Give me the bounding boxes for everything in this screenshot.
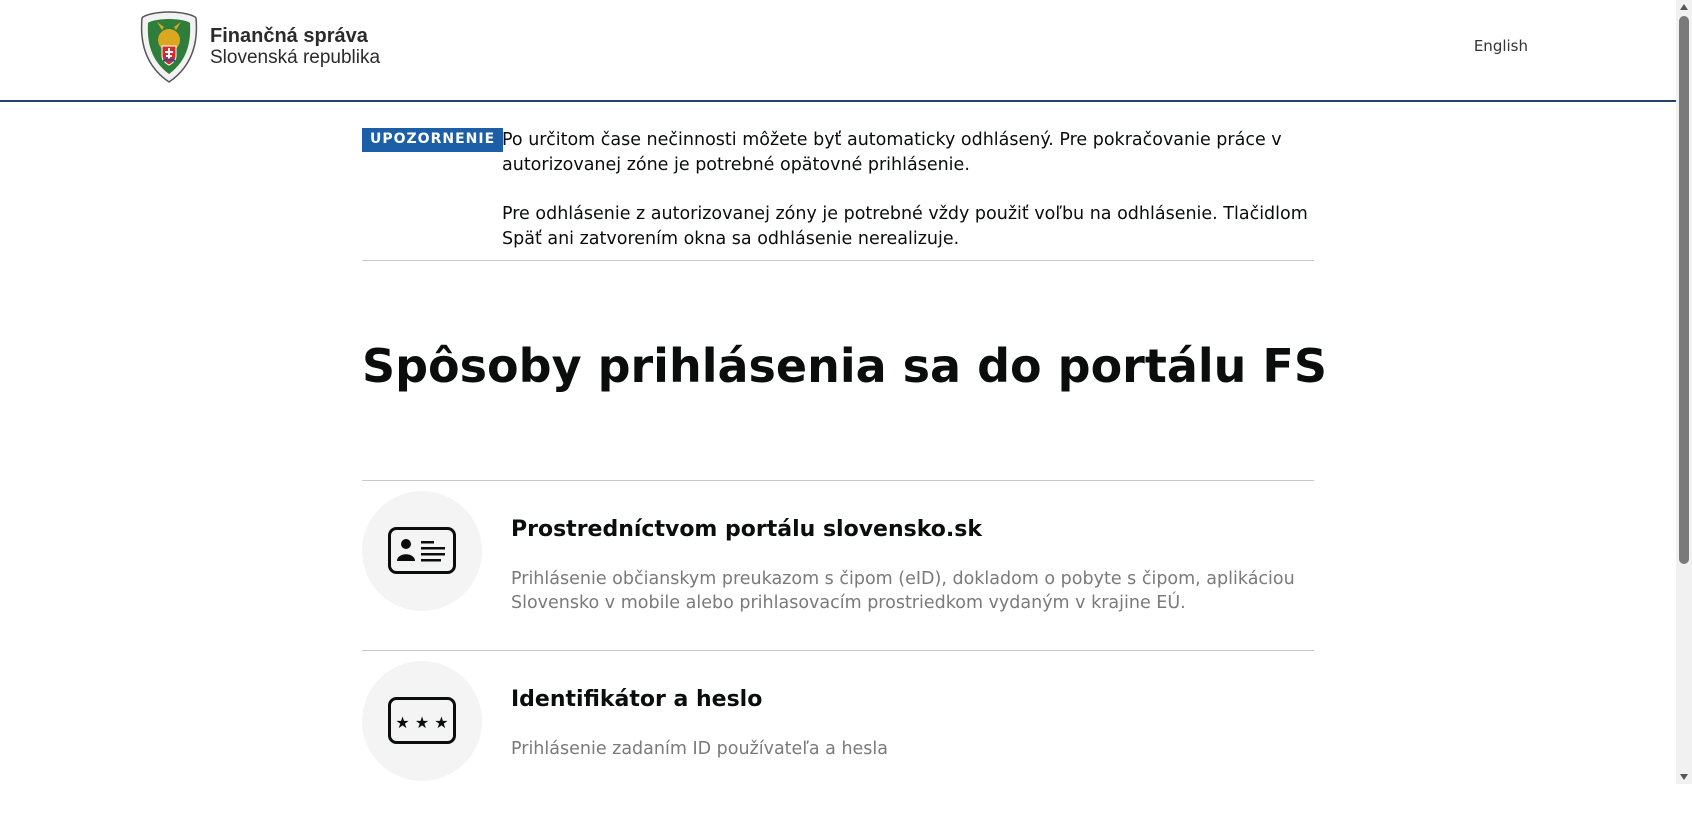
login-methods-list: Prostredníctvom portálu slovensko.sk Pri… xyxy=(362,480,1314,820)
financna-sprava-emblem-icon xyxy=(140,11,198,83)
login-method-slovensko-sk[interactable]: Prostredníctvom portálu slovensko.sk Pri… xyxy=(362,480,1314,650)
method-title-slovensko-sk[interactable]: Prostredníctvom portálu slovensko.sk xyxy=(511,517,982,542)
inactivity-notice: UPOZORNENIE Po určitom čase nečinnosti m… xyxy=(362,100,1314,261)
home-logo-link[interactable]: Finančná správa Slovenská republika xyxy=(138,10,380,84)
logo-text: Finančná správa Slovenská republika xyxy=(210,25,380,69)
method-icon-circle xyxy=(362,491,482,611)
notice-badge: UPOZORNENIE xyxy=(362,128,504,152)
page-scrollbar[interactable] xyxy=(1676,0,1692,784)
password-icon: ★ ★ ★ xyxy=(388,697,456,744)
site-header: Finančná správa Slovenská republika Engl… xyxy=(0,0,1676,102)
logo-title: Finančná správa xyxy=(210,25,368,47)
id-card-icon xyxy=(388,527,456,574)
language-switch-link[interactable]: English xyxy=(1474,37,1528,55)
notice-paragraph-1: Po určitom čase nečinnosti môžete byť au… xyxy=(502,130,1282,175)
scroll-up-arrow-icon[interactable] xyxy=(1680,4,1688,10)
login-method-id-password[interactable]: ★ ★ ★ Identifikátor a heslo Prihlásenie … xyxy=(362,650,1314,820)
notice-paragraph-2: Pre odhlásenie z autorizovanej zóny je p… xyxy=(502,204,1308,249)
svg-text:★ ★ ★: ★ ★ ★ xyxy=(395,713,448,732)
scroll-down-arrow-icon[interactable] xyxy=(1680,774,1688,780)
logo-subtitle: Slovenská republika xyxy=(210,47,381,68)
method-description: Prihlásenie občianskym preukazom s čipom… xyxy=(511,569,1295,613)
page-title: Spôsoby prihlásenia sa do portálu FS xyxy=(362,339,1327,393)
method-icon-circle: ★ ★ ★ xyxy=(362,661,482,781)
notice-text: Po určitom čase nečinnosti môžete byť au… xyxy=(502,128,1317,276)
method-description: Prihlásenie zadaním ID používateľa a hes… xyxy=(511,739,889,759)
scrollbar-thumb[interactable] xyxy=(1679,16,1689,564)
method-title-id-password[interactable]: Identifikátor a heslo xyxy=(511,687,762,712)
main-content: UPOZORNENIE Po určitom čase nečinnosti m… xyxy=(362,100,1327,781)
